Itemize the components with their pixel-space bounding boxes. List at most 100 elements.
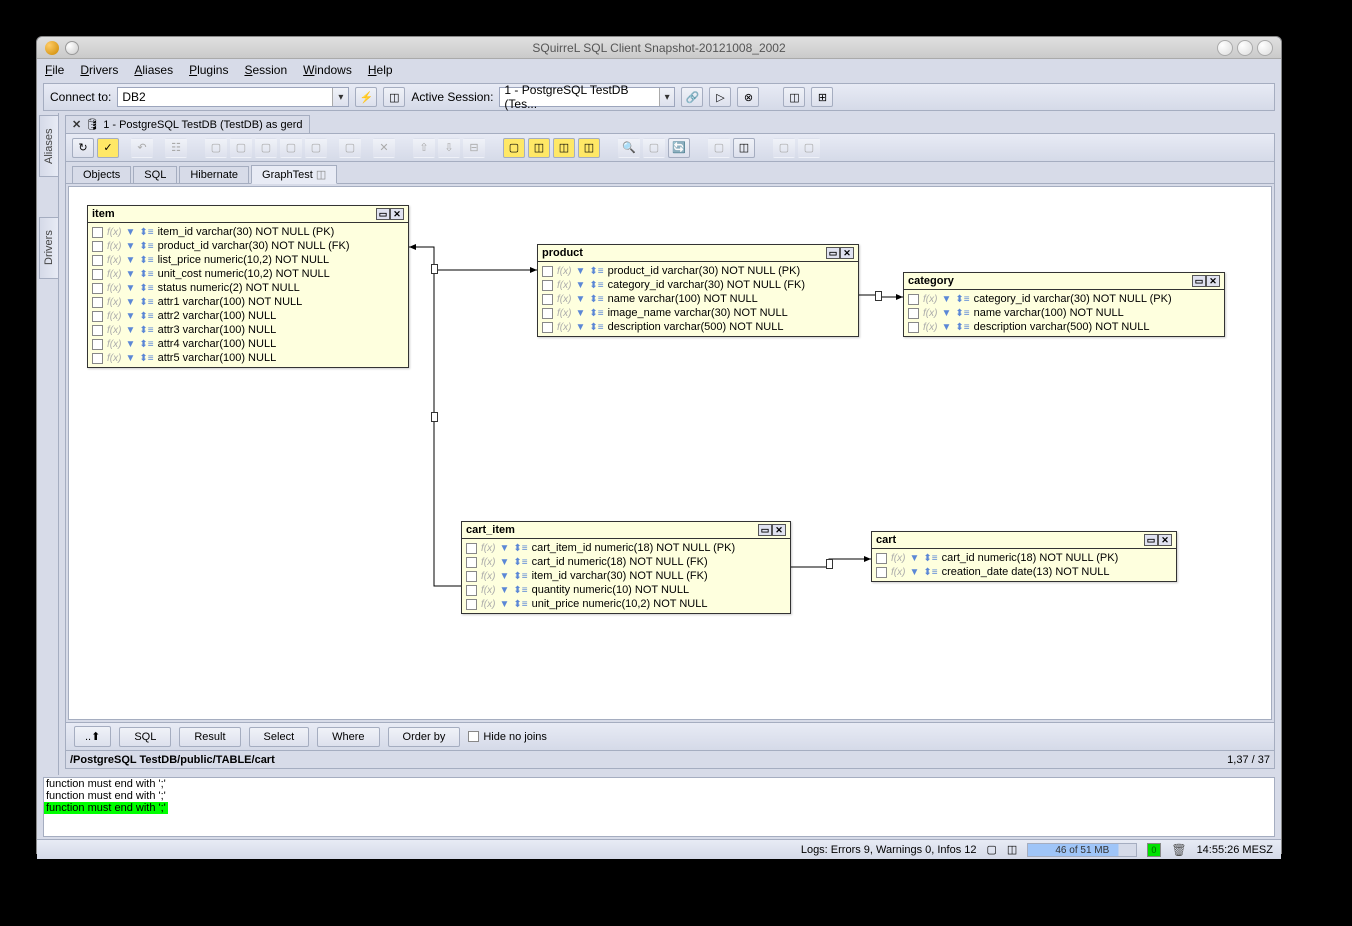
sort-icon[interactable]: ⬍≡ <box>139 311 153 322</box>
table-title[interactable]: item▭✕ <box>88 206 408 223</box>
restore-icon[interactable]: ▭ <box>826 247 840 259</box>
connection-handle[interactable] <box>826 559 833 569</box>
filter-icon[interactable]: ▼ <box>941 322 951 333</box>
filter-icon[interactable]: ▼ <box>499 543 509 554</box>
table-item[interactable]: item▭✕f(x)▼⬍≡item_id varchar(30) NOT NUL… <box>87 205 409 368</box>
table-title[interactable]: category▭✕ <box>904 273 1224 290</box>
close-icon[interactable]: ✕ <box>840 247 854 259</box>
column-row[interactable]: f(x)▼⬍≡category_id varchar(30) NOT NULL … <box>908 292 1220 306</box>
column-row[interactable]: f(x)▼⬍≡product_id varchar(30) NOT NULL (… <box>542 264 854 278</box>
tb-v1[interactable]: ▢ <box>773 138 795 158</box>
column-row[interactable]: f(x)▼⬍≡attr3 varchar(100) NULL <box>92 323 404 337</box>
down-button[interactable]: ⇩ <box>438 138 460 158</box>
tab-aliases[interactable]: Aliases <box>39 115 59 177</box>
column-checkbox[interactable] <box>92 339 103 350</box>
delete-button[interactable]: ✕ <box>373 138 395 158</box>
fx-icon[interactable]: f(x) <box>107 241 121 252</box>
menu-file[interactable]: File <box>45 63 64 77</box>
where-button[interactable]: Where <box>317 727 379 747</box>
connection-handle[interactable] <box>875 291 882 301</box>
column-checkbox[interactable] <box>92 283 103 294</box>
sort-icon[interactable]: ⬍≡ <box>139 269 153 280</box>
table-title[interactable]: product▭✕ <box>538 245 858 262</box>
fx-icon[interactable]: f(x) <box>107 255 121 266</box>
column-checkbox[interactable] <box>92 311 103 322</box>
status-icon[interactable]: ▢ <box>987 843 997 856</box>
connect-combo[interactable]: DB2 <box>117 87 349 107</box>
restore-icon[interactable]: ▭ <box>1144 534 1158 546</box>
table-cart[interactable]: cart▭✕f(x)▼⬍≡cart_id numeric(18) NOT NUL… <box>871 531 1177 582</box>
column-checkbox[interactable] <box>542 266 553 277</box>
column-row[interactable]: f(x)▼⬍≡attr1 varchar(100) NOT NULL <box>92 295 404 309</box>
sort-icon[interactable]: ⬍≡ <box>139 241 153 252</box>
sort-icon[interactable]: ⬍≡ <box>923 553 937 564</box>
status-green[interactable]: 0 <box>1147 843 1161 857</box>
tab-objects[interactable]: Objects <box>72 166 131 183</box>
menu-windows[interactable]: Windows <box>303 63 352 77</box>
filter-icon[interactable]: ▼ <box>909 553 919 564</box>
fx-icon[interactable]: f(x) <box>481 571 495 582</box>
column-row[interactable]: f(x)▼⬍≡name varchar(100) NOT NULL <box>908 306 1220 320</box>
trash-icon[interactable]: 🗑 <box>1171 843 1186 857</box>
column-checkbox[interactable] <box>908 308 919 319</box>
column-row[interactable]: f(x)▼⬍≡cart_item_id numeric(18) NOT NULL… <box>466 541 786 555</box>
column-row[interactable]: f(x)▼⬍≡cart_id numeric(18) NOT NULL (FK) <box>466 555 786 569</box>
column-row[interactable]: f(x)▼⬍≡cart_id numeric(18) NOT NULL (PK) <box>876 551 1172 565</box>
sort-icon[interactable]: ⬍≡ <box>923 567 937 578</box>
fx-icon[interactable]: f(x) <box>481 599 495 610</box>
fx-icon[interactable]: f(x) <box>481 543 495 554</box>
tb-6[interactable]: ▢ <box>339 138 361 158</box>
dropdown-icon[interactable] <box>332 88 348 106</box>
close-icon[interactable]: ✕ <box>772 524 786 536</box>
sort-icon[interactable]: ⬍≡ <box>513 585 527 596</box>
table-category[interactable]: category▭✕f(x)▼⬍≡category_id varchar(30)… <box>903 272 1225 337</box>
tile-button[interactable]: ⊞ <box>811 87 833 107</box>
table-cart-item[interactable]: cart_item▭✕f(x)▼⬍≡cart_item_id numeric(1… <box>461 521 791 614</box>
tb-3[interactable]: ▢ <box>255 138 277 158</box>
fx-icon[interactable]: f(x) <box>107 325 121 336</box>
column-checkbox[interactable] <box>92 325 103 336</box>
fx-icon[interactable]: f(x) <box>557 294 571 305</box>
tb-y2[interactable]: ◫ <box>528 138 550 158</box>
table-product[interactable]: product▭✕ f(x)▼⬍≡product_id varchar(30) N… <box>537 244 859 337</box>
sort-icon[interactable]: ⬍≡ <box>955 322 969 333</box>
column-checkbox[interactable] <box>92 269 103 280</box>
sort-icon[interactable]: ⬍≡ <box>589 308 603 319</box>
sort-icon[interactable]: ⬍≡ <box>139 283 153 294</box>
undo-button[interactable]: ↶ <box>131 138 153 158</box>
filter-icon[interactable]: ▼ <box>125 353 135 364</box>
filter-icon[interactable]: ▼ <box>125 283 135 294</box>
column-checkbox[interactable] <box>908 294 919 305</box>
sort-icon[interactable]: ⬍≡ <box>955 294 969 305</box>
fx-icon[interactable]: f(x) <box>923 294 937 305</box>
fx-icon[interactable]: f(x) <box>557 322 571 333</box>
sql-button[interactable]: ☷ <box>165 138 187 158</box>
sort-icon[interactable]: ⬍≡ <box>955 308 969 319</box>
fx-icon[interactable]: f(x) <box>107 297 121 308</box>
tb-1[interactable]: ▢ <box>205 138 227 158</box>
menu-help[interactable]: Help <box>368 63 393 77</box>
column-checkbox[interactable] <box>466 585 477 596</box>
tb-y4[interactable]: ◫ <box>578 138 600 158</box>
sort-icon[interactable]: ⬍≡ <box>513 557 527 568</box>
menu-session[interactable]: Session <box>244 63 287 77</box>
new-session-button[interactable]: ◫ <box>383 87 405 107</box>
column-row[interactable]: f(x)▼⬍≡status numeric(2) NOT NULL <box>92 281 404 295</box>
up-folder-button[interactable]: ..⬆ <box>74 726 111 747</box>
tab-sql[interactable]: SQL <box>133 166 177 183</box>
hide-no-joins-checkbox[interactable]: Hide no joins <box>468 731 547 743</box>
filter-icon[interactable]: ▼ <box>909 567 919 578</box>
filter-icon[interactable]: ▼ <box>499 571 509 582</box>
column-checkbox[interactable] <box>466 543 477 554</box>
fx-icon[interactable]: f(x) <box>481 557 495 568</box>
column-checkbox[interactable] <box>92 255 103 266</box>
column-checkbox[interactable] <box>542 280 553 291</box>
result-button[interactable]: Result <box>179 727 240 747</box>
filter-icon[interactable]: ▼ <box>941 294 951 305</box>
tb-z1[interactable]: ▢ <box>643 138 665 158</box>
fx-icon[interactable]: f(x) <box>557 266 571 277</box>
zoom-button[interactable]: 🔍 <box>618 138 640 158</box>
column-checkbox[interactable] <box>876 567 887 578</box>
session-combo[interactable]: 1 - PostgreSQL TestDB (Tes... <box>499 87 675 107</box>
sort-icon[interactable]: ⬍≡ <box>513 543 527 554</box>
